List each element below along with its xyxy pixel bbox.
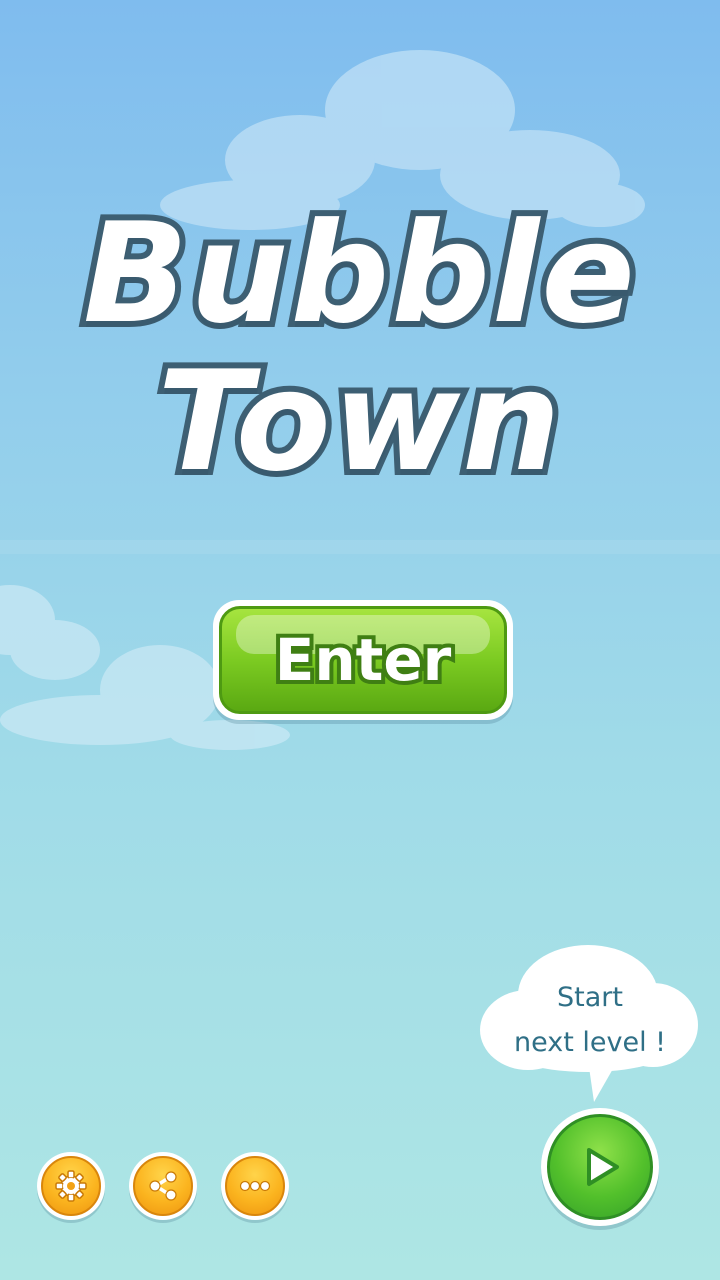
settings-button[interactable] (37, 1152, 105, 1220)
gear-icon (55, 1170, 87, 1202)
play-button-face (547, 1114, 653, 1220)
enter-button-face: Enter (219, 606, 507, 714)
play-next-level-button[interactable] (541, 1108, 659, 1226)
hint-line-2: next level ! (513, 1027, 666, 1058)
more-button[interactable] (221, 1152, 289, 1220)
share-icon (149, 1171, 177, 1201)
title-line-2: Town (152, 341, 567, 502)
share-button-face (133, 1156, 193, 1216)
title-line-1: Bubble (77, 193, 641, 354)
hint-text: Start next level ! (500, 975, 680, 1065)
game-title: Bubble Town (0, 193, 720, 502)
game-title-screen: { "title": { "line1": "Bubble", "line2":… (0, 0, 720, 1280)
more-dots-icon (239, 1180, 271, 1192)
share-button[interactable] (129, 1152, 197, 1220)
settings-button-face (41, 1156, 101, 1216)
hint-line-1: Start (557, 982, 623, 1013)
more-button-face (225, 1156, 285, 1216)
play-icon (587, 1148, 619, 1186)
enter-button[interactable]: Enter (213, 600, 513, 720)
enter-button-label: Enter (271, 622, 456, 698)
